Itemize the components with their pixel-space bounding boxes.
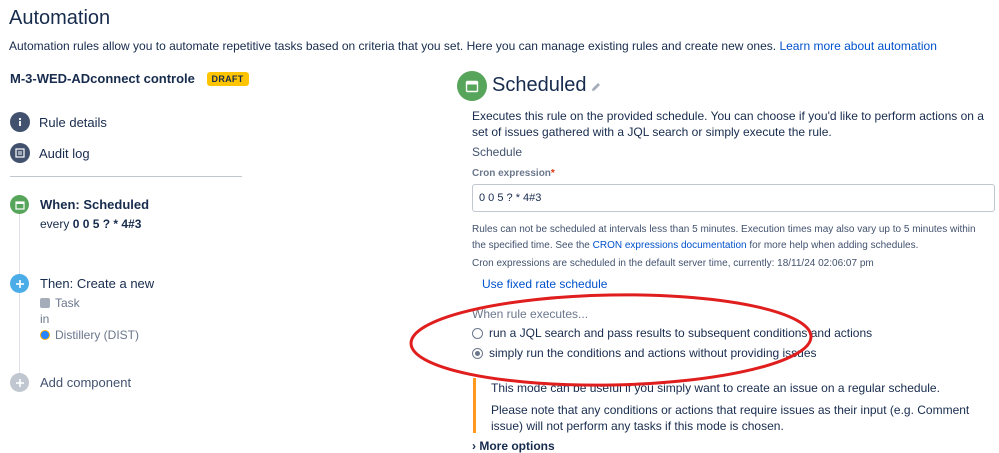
- add-component-button[interactable]: Add component: [10, 373, 131, 392]
- cron-note-text-b: for more help when adding schedules.: [749, 240, 919, 251]
- rule-name-text: M-3-WED-ADconnect controle: [10, 71, 195, 86]
- info-line-1: This mode can be useful if you simply wa…: [491, 381, 940, 395]
- cron-label: Cron expression*: [472, 168, 555, 179]
- info-icon: [10, 112, 30, 132]
- radio-button-selected[interactable]: [472, 347, 483, 359]
- trigger-prefix: every: [40, 217, 70, 231]
- radio-jql-search[interactable]: run a JQL search and pass results to sub…: [472, 326, 872, 340]
- trigger-cron: 0 0 5 ? * 4#3: [72, 217, 142, 231]
- trigger-component[interactable]: When: Scheduled: [10, 195, 149, 214]
- radio-button[interactable]: [472, 327, 483, 339]
- action-title: Then: Create a new: [40, 276, 155, 291]
- rule-name: M-3-WED-ADconnect controle DRAFT: [10, 71, 249, 86]
- action-project: Distillery (DIST): [40, 328, 139, 342]
- project-label: Distillery (DIST): [55, 328, 139, 342]
- edit-pencil-icon[interactable]: [590, 80, 602, 98]
- panel-title: Scheduled: [492, 74, 587, 96]
- server-time-note: Cron expressions are scheduled in the de…: [472, 258, 874, 269]
- panel-description: Executes this rule on the provided sched…: [472, 109, 984, 139]
- sidebar-item-audit-log[interactable]: Audit log: [10, 143, 90, 163]
- plus-icon: [10, 373, 29, 392]
- action-issue-type: Task: [40, 296, 80, 310]
- info-line-2: Please note that any conditions or actio…: [491, 403, 970, 433]
- schedule-heading: Schedule: [472, 145, 523, 159]
- sidebar-item-label: Audit log: [39, 145, 90, 161]
- project-avatar-icon: [40, 330, 50, 340]
- list-icon: [10, 143, 30, 163]
- page-description: Automation rules allow you to automate r…: [9, 39, 937, 53]
- page-title: Automation: [9, 7, 111, 29]
- status-badge: DRAFT: [206, 72, 249, 86]
- sidebar-item-rule-details[interactable]: Rule details: [10, 112, 107, 132]
- page-description-text: Automation rules allow you to automate r…: [9, 39, 777, 53]
- when-executes-label: When rule executes...: [472, 307, 589, 321]
- plus-icon: [10, 274, 29, 293]
- issue-type-label: Task: [55, 296, 80, 310]
- required-marker: *: [550, 168, 555, 179]
- red-annotation-ellipse: [409, 293, 813, 387]
- scheduled-calendar-icon: [457, 71, 487, 101]
- sidebar-divider: [10, 176, 242, 177]
- trigger-schedule: every 0 0 5 ? * 4#3: [40, 217, 141, 231]
- radio-label: run a JQL search and pass results to sub…: [489, 326, 873, 340]
- calendar-icon: [10, 195, 29, 214]
- cron-expression-input[interactable]: [472, 184, 995, 212]
- trigger-title: When: Scheduled: [40, 197, 150, 212]
- learn-more-link[interactable]: Learn more about automation: [779, 39, 936, 53]
- add-component-label: Add component: [40, 375, 132, 390]
- action-component[interactable]: Then: Create a new: [10, 274, 154, 293]
- task-icon: [40, 298, 50, 308]
- fixed-rate-schedule-link[interactable]: Use fixed rate schedule: [482, 277, 607, 291]
- info-callout-bar: [473, 378, 476, 433]
- sidebar-item-label: Rule details: [39, 114, 107, 130]
- cron-label-text: Cron expression: [472, 168, 551, 179]
- cron-docs-link[interactable]: CRON expressions documentation: [593, 240, 747, 251]
- radio-label: simply run the conditions and actions wi…: [489, 346, 817, 360]
- cron-note: Rules can not be scheduled at intervals …: [472, 222, 992, 254]
- timeline-connector: [19, 210, 20, 380]
- action-in-label: in: [40, 312, 50, 326]
- radio-simply-run[interactable]: simply run the conditions and actions wi…: [472, 346, 817, 360]
